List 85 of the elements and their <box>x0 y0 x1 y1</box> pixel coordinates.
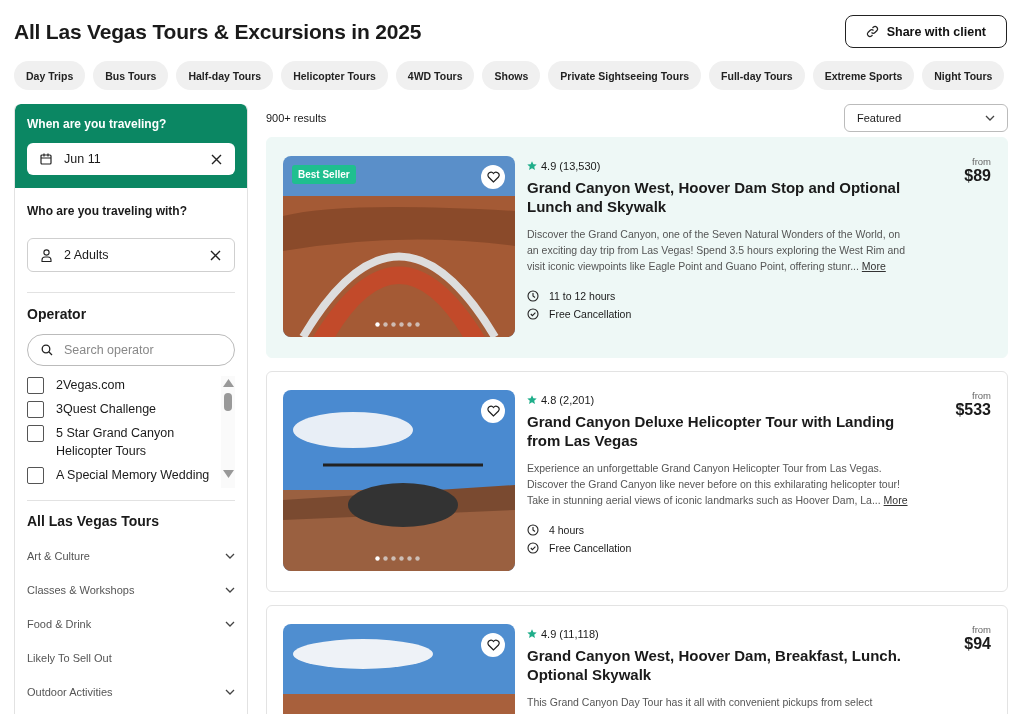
chevron-down-icon <box>225 689 235 695</box>
scrollbar[interactable] <box>221 376 235 488</box>
price-label: from <box>971 156 991 167</box>
price-label: from <box>971 390 991 401</box>
operator-option[interactable]: A Special Memory Wedding <box>56 466 210 484</box>
person-icon <box>41 248 52 262</box>
category-link[interactable]: Art & Culture <box>27 550 90 562</box>
star-icon <box>527 161 537 171</box>
chevron-down-icon <box>225 553 235 559</box>
heart-icon <box>486 405 500 417</box>
category-chip[interactable]: Day Trips <box>14 61 86 90</box>
cancellation-text: Free Cancellation <box>549 542 632 554</box>
share-button[interactable]: Share with client <box>844 15 1007 48</box>
page-title: All Las Vegas Tours & Excursions in 2025 <box>14 19 422 44</box>
category-link[interactable]: Outdoor Activities <box>27 686 113 698</box>
link-icon <box>865 25 879 38</box>
price: $533 <box>954 401 991 419</box>
check-circle-icon <box>527 308 539 320</box>
category-chip[interactable]: Extreme Sports <box>812 61 915 90</box>
checkbox[interactable] <box>27 377 44 394</box>
price: $94 <box>963 635 991 653</box>
category-chip[interactable]: Shows <box>482 61 541 90</box>
travelers-field[interactable]: 2 Adults <box>27 238 235 272</box>
scroll-up-icon[interactable] <box>222 379 234 387</box>
category-chip[interactable]: Helicopter Tours <box>281 61 388 90</box>
chevron-down-icon <box>985 114 995 121</box>
carousel-dots[interactable] <box>375 556 421 561</box>
operator-option[interactable]: 2Vegas.com <box>56 376 125 394</box>
clock-icon <box>527 524 539 536</box>
category-chip[interactable]: Night Tours <box>922 61 1005 90</box>
scroll-thumb[interactable] <box>224 393 232 411</box>
tour-title[interactable]: Grand Canyon West, Hoover Dam Stop and Optional Lunch and Skywalk <box>527 178 907 216</box>
cancellation-text: Free Cancellation <box>549 308 632 320</box>
carousel-dots[interactable] <box>375 322 421 327</box>
calendar-icon <box>40 153 52 165</box>
checkbox[interactable] <box>27 467 44 484</box>
chevron-down-icon <box>225 587 235 593</box>
close-icon[interactable] <box>210 249 221 261</box>
close-icon[interactable] <box>211 153 222 165</box>
checkbox[interactable] <box>27 425 44 442</box>
travelers-label: Who are you traveling with? <box>27 204 188 218</box>
operator-option[interactable]: 3Quest Challenge <box>56 400 157 418</box>
heart-icon <box>486 639 500 651</box>
category-link[interactable]: Likely To Sell Out <box>27 652 112 664</box>
duration-text: 11 to 12 hours <box>549 290 616 302</box>
date-field[interactable]: Jun 11 <box>27 143 235 175</box>
rating-text: 4.8 (2,201) <box>541 394 595 406</box>
tour-description: Discover the Grand Canyon, one of the Seven Natural Wonders of the World, on an exciting day trip from Las Vegas! Spend 3.5 hours exploring the West Rim and visit iconic viewpoints like Eagle Point and Guano Point, offering stunr... More <box>527 227 906 274</box>
search-icon <box>41 344 53 356</box>
category-chip[interactable]: Half-day Tours <box>176 61 274 90</box>
tour-description: This Grand Canyon Day Tour has it all with convenient pickups from select <box>527 695 874 710</box>
tours-heading: All Las Vegas Tours <box>27 513 160 529</box>
clock-icon <box>527 290 539 302</box>
scroll-down-icon[interactable] <box>222 470 234 478</box>
tour-title[interactable]: Grand Canyon West, Hoover Dam, Breakfast, Lunch. Optional Skywalk <box>527 646 907 684</box>
operator-heading: Operator <box>27 306 88 322</box>
price: $89 <box>963 167 991 185</box>
heart-icon <box>486 171 500 183</box>
star-icon <box>527 629 537 639</box>
results-count: 900+ results <box>266 111 327 124</box>
sort-dropdown[interactable]: Featured <box>844 104 1008 132</box>
rating-text: 4.9 (11,118) <box>541 628 599 640</box>
best-seller-badge: Best Seller <box>292 165 356 184</box>
price-label: from <box>971 624 991 635</box>
checkbox[interactable] <box>27 401 44 418</box>
chevron-down-icon <box>225 621 235 627</box>
tour-title[interactable]: Grand Canyon Deluxe Helicopter Tour with Landing from Las Vegas <box>527 412 907 450</box>
more-link[interactable]: More <box>861 260 886 272</box>
tour-card[interactable]: 4.9 (11,118) Grand Canyon West, Hoover Dam, Breakfast, Lunch. Optional Skywalk This Grand Canyon Day Tour has it all with convenient pickups from select from $94 <box>266 605 1008 714</box>
category-link[interactable]: Food & Drink <box>27 618 92 630</box>
check-circle-icon <box>527 542 539 554</box>
more-link[interactable]: More <box>883 494 908 506</box>
rating-text: 4.9 (13,530) <box>541 160 601 172</box>
operator-option[interactable]: 5 Star Grand Canyon Helicopter Tours <box>56 424 221 460</box>
tour-card[interactable] <box>266 371 1008 592</box>
date-label: When are you traveling? <box>27 117 168 131</box>
category-link[interactable]: Classes & Workshops <box>27 584 135 596</box>
tour-description: Experience an unforgettable Grand Canyon Helicopter Tour from Las Vegas. Discover the Grand Canyon like never before on this exhilarating helicopter tour! Take in stunning aerial views of iconic landmarks such as Hoover Dam, La... More <box>527 461 909 508</box>
category-chip[interactable]: 4WD Tours <box>395 61 475 90</box>
category-chip[interactable]: Bus Tours <box>93 61 169 90</box>
duration-text: 4 hours <box>549 524 585 536</box>
category-chip[interactable]: Private Sightseeing Tours <box>548 61 702 90</box>
category-chip[interactable]: Full-day Tours <box>709 61 805 90</box>
operator-search-field[interactable]: Search operator <box>27 334 235 366</box>
star-icon <box>527 395 537 405</box>
